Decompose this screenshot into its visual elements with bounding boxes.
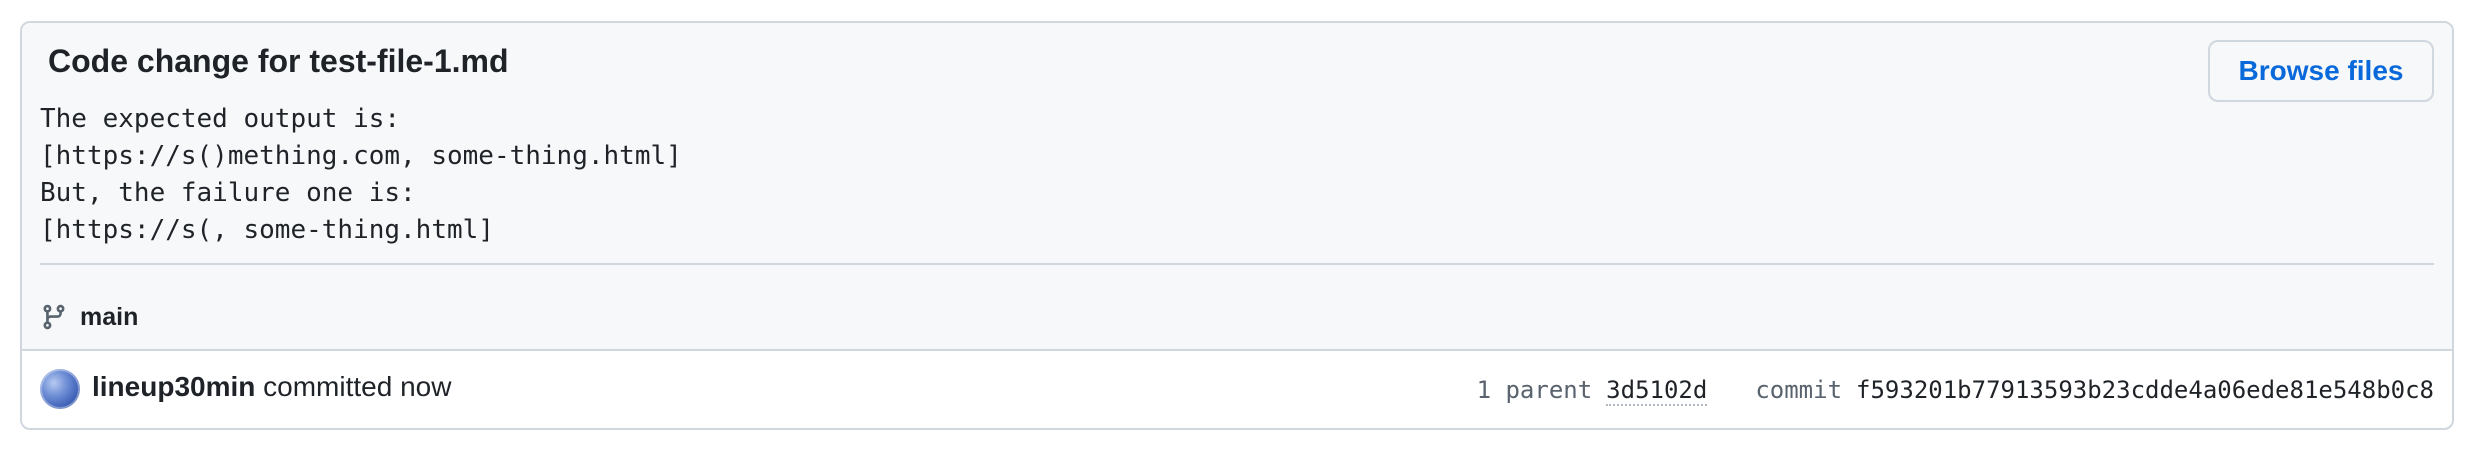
commit-box: Code change for test-file-1.md Browse fi… (20, 21, 2454, 430)
branch-indicator[interactable]: main (40, 301, 138, 333)
commit-description-line: The expected output is: (40, 104, 401, 134)
commit-hash: f593201b77913593b23cdde4a06ede81e548b0c8 (1856, 376, 2434, 404)
commit-description: The expected output is: [https://s()meth… (40, 101, 682, 249)
commit-header: Code change for test-file-1.md Browse fi… (22, 23, 2452, 351)
commit-description-line: [https://s(, some-thing.html] (40, 215, 494, 245)
commit-label: commit (1755, 376, 1843, 404)
commit-footer: lineup30min committed now 1 parent 3d510… (22, 351, 2452, 428)
git-branch-icon (43, 304, 65, 330)
commit-title: Code change for test-file-1.md (48, 43, 509, 79)
commit-description-line: But, the failure one is: (40, 178, 416, 208)
user-avatar[interactable] (40, 369, 80, 409)
branch-name: main (80, 302, 139, 331)
committed-status: committed now (263, 371, 452, 402)
author-link[interactable]: lineup30min (92, 371, 255, 402)
browse-files-button[interactable]: Browse files (2208, 40, 2434, 102)
author-line: lineup30min committed now (92, 371, 451, 403)
commit-meta: 1 parent 3d5102d commit f593201b77913593… (1477, 376, 2434, 406)
commit-description-line: [https://s()mething.com, some-thing.html… (40, 141, 682, 171)
divider (40, 263, 2434, 265)
parent-count: 1 parent (1476, 376, 1593, 404)
parent-hash-link[interactable]: 3d5102d (1606, 376, 1708, 406)
